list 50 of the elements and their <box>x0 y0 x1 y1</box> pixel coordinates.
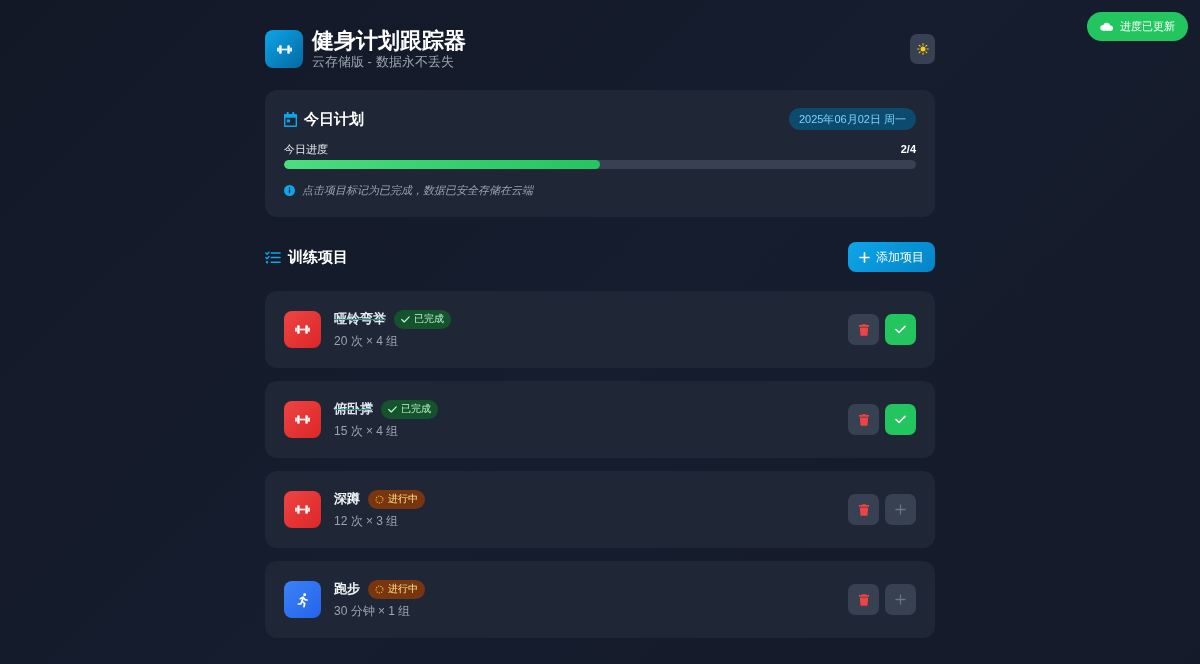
complete-button[interactable] <box>885 314 916 345</box>
trash-icon <box>858 413 869 426</box>
exercise-detail: 12 次 × 3 组 <box>334 512 399 530</box>
check-icon <box>895 415 906 424</box>
plus-icon <box>859 251 870 263</box>
checklist-icon <box>265 250 281 264</box>
exercise-detail: 20 次 × 4 组 <box>334 332 399 350</box>
exercise-detail: 15 次 × 4 组 <box>334 422 399 440</box>
trash-icon <box>858 323 869 336</box>
spinner-icon <box>375 584 384 594</box>
date-label: 2025年06月02日 周一 <box>789 108 916 130</box>
delete-button[interactable] <box>848 404 879 435</box>
cloud-icon <box>1100 22 1113 31</box>
status-text: 已完成 <box>414 312 444 326</box>
trash-icon <box>858 503 869 516</box>
app-title: 健身计划跟踪器 <box>312 28 466 54</box>
progress-label: 今日进度 <box>284 143 328 156</box>
card-title: 今日计划 <box>304 109 364 129</box>
check-icon <box>401 314 410 324</box>
delete-button[interactable] <box>848 584 879 615</box>
delete-button[interactable] <box>848 314 879 345</box>
trash-icon <box>858 593 869 606</box>
running-person-icon <box>284 581 321 618</box>
plus-icon <box>895 504 906 515</box>
check-icon <box>388 404 397 414</box>
theme-toggle-button[interactable] <box>910 34 935 64</box>
sun-icon <box>916 43 929 55</box>
check-icon <box>895 325 906 334</box>
section-title: 训练项目 <box>288 247 348 267</box>
dumbbell-icon <box>284 311 321 348</box>
info-icon <box>284 185 295 196</box>
progress-count: 2/4 <box>900 143 916 156</box>
toast-text: 进度已更新 <box>1120 19 1175 34</box>
calendar-icon <box>284 111 297 127</box>
dumbbell-icon <box>284 491 321 528</box>
exercise-name: 深蹲 <box>334 490 360 508</box>
exercise-detail: 30 分钟 × 1 组 <box>334 602 411 620</box>
delete-button[interactable] <box>848 494 879 525</box>
status-text: 已完成 <box>401 402 431 416</box>
plus-icon <box>895 594 906 605</box>
spinner-icon <box>375 494 384 504</box>
status-text: 进行中 <box>388 582 418 596</box>
status-text: 进行中 <box>388 492 418 506</box>
exercise-name: 跑步 <box>334 580 360 598</box>
dumbbell-icon <box>265 30 303 68</box>
app-subtitle: 云存储版 - 数据永不丢失 <box>312 54 454 70</box>
add-item-button[interactable]: 添加项目 <box>848 242 935 272</box>
complete-button[interactable] <box>885 404 916 435</box>
hint-text: 点击项目标记为已完成，数据已安全存储在云端 <box>302 183 533 198</box>
dumbbell-icon <box>284 401 321 438</box>
